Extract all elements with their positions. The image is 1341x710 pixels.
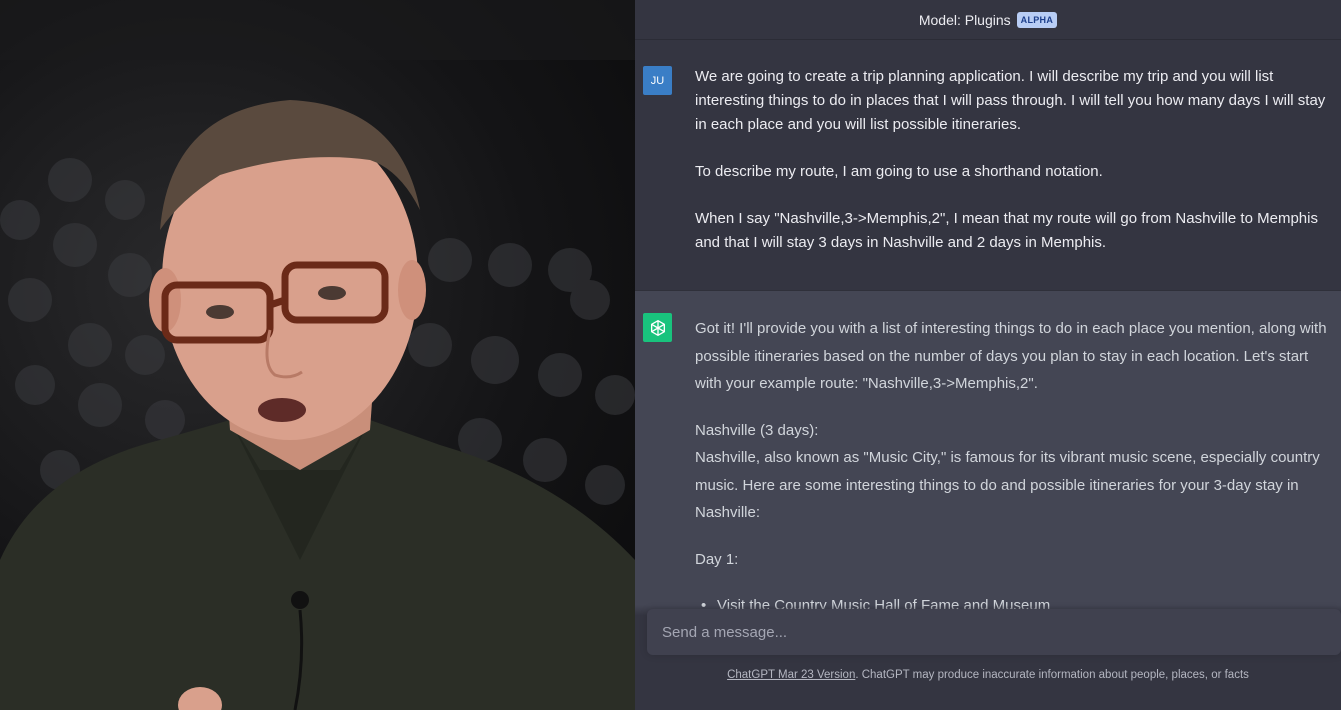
user-avatar-initials: JU	[650, 74, 665, 87]
message-box[interactable]	[647, 609, 1341, 655]
user-avatar: JU	[643, 66, 672, 95]
assistant-intro: Got it! I'll provide you with a list of …	[695, 320, 1327, 392]
footer-disclaimer: ChatGPT Mar 23 Version. ChatGPT may prod…	[635, 669, 1341, 681]
chat-panel: Model: Plugins ALPHA JU We are going to …	[635, 0, 1341, 710]
model-header: Model: Plugins ALPHA	[635, 0, 1341, 40]
user-paragraph: We are going to create a trip planning a…	[695, 68, 1326, 133]
day-heading: Day 1:	[695, 550, 739, 568]
openai-logo-icon	[643, 313, 672, 342]
model-label: Model: Plugins	[918, 11, 1011, 28]
assistant-message-text: Got it! I'll provide you with a list of …	[695, 315, 1335, 620]
presenter-video	[0, 0, 635, 710]
user-message-text: We are going to create a trip planning a…	[695, 65, 1335, 278]
user-message: JU We are going to create a trip plannin…	[635, 41, 1341, 290]
presenter-illustration	[0, 0, 635, 710]
section-body: Nashville, also known as "Music City," i…	[695, 449, 1320, 521]
alpha-badge: ALPHA	[1016, 11, 1058, 28]
version-link[interactable]: ChatGPT Mar 23 Version	[727, 669, 855, 681]
composer-area: ChatGPT Mar 23 Version. ChatGPT may prod…	[635, 605, 1341, 710]
message-input[interactable]	[647, 609, 1341, 655]
section-heading: Nashville (3 days):	[695, 421, 819, 439]
user-paragraph: To describe my route, I am going to use …	[695, 163, 1103, 180]
user-paragraph: When I say "Nashville,3->Memphis,2", I m…	[695, 210, 1318, 251]
disclaimer-text: . ChatGPT may produce inaccurate informa…	[855, 669, 1249, 681]
